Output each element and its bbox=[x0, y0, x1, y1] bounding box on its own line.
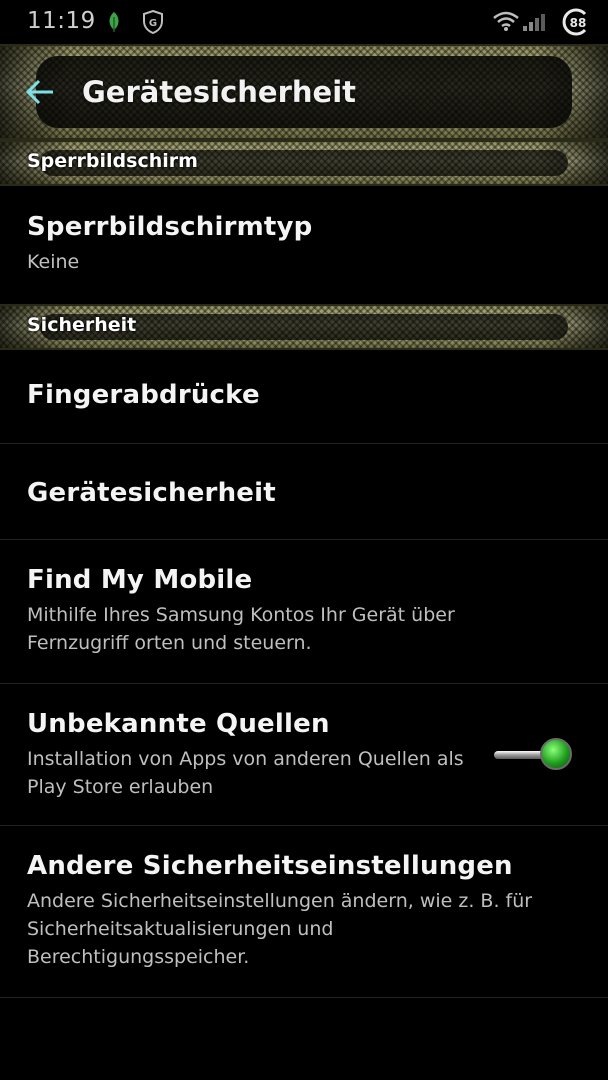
shield-g-icon: G bbox=[143, 10, 163, 34]
item-subtitle: Installation von Apps von anderen Quelle… bbox=[27, 748, 464, 798]
section-label: Sperrbildschirm bbox=[27, 150, 198, 172]
toolbar: Gerätesicherheit bbox=[0, 44, 608, 140]
item-title: Unbekannte Quellen bbox=[27, 709, 330, 739]
status-time: 11:19 bbox=[27, 8, 96, 34]
section-header-lockscreen: Sperrbildschirm bbox=[0, 140, 608, 186]
leaf-icon bbox=[109, 12, 119, 32]
item-title: Sperrbildschirmtyp bbox=[27, 212, 313, 242]
section-label: Sicherheit bbox=[27, 314, 137, 336]
list-item-fingerprints[interactable]: Fingerabdrücke bbox=[0, 348, 608, 444]
item-title: Find My Mobile bbox=[27, 565, 253, 595]
unknown-sources-toggle[interactable] bbox=[494, 738, 576, 772]
svg-text:G: G bbox=[149, 18, 157, 29]
item-subtitle: Andere Sicherheitseinstellungen ändern, … bbox=[27, 890, 533, 968]
list-item-find-my-mobile[interactable]: Find My Mobile Mithilfe Ihres Samsung Ko… bbox=[0, 540, 608, 684]
list-item-lockscreen-type[interactable]: Sperrbildschirmtyp Keine bbox=[0, 186, 608, 300]
item-title: Andere Sicherheitseinstellungen bbox=[27, 851, 513, 881]
battery-icon: 88 bbox=[562, 8, 587, 36]
item-title: Gerätesicherheit bbox=[27, 478, 276, 508]
item-title: Fingerabdrücke bbox=[27, 380, 260, 410]
battery-level: 88 bbox=[570, 16, 587, 30]
list-item-device-security[interactable]: Gerätesicherheit bbox=[0, 444, 608, 540]
page-title: Gerätesicherheit bbox=[82, 75, 356, 109]
signal-icon bbox=[523, 14, 545, 31]
wifi-icon bbox=[493, 11, 519, 31]
arrow-back-icon[interactable] bbox=[22, 74, 58, 110]
status-bar: 11:19 G 88 bbox=[0, 0, 608, 44]
item-subtitle: Keine bbox=[27, 251, 80, 273]
item-subtitle: Mithilfe Ihres Samsung Kontos Ihr Gerät … bbox=[27, 604, 455, 654]
section-header-security: Sicherheit bbox=[0, 304, 608, 350]
toggle-knob bbox=[540, 738, 572, 770]
list-item-other-security-settings[interactable]: Andere Sicherheitseinstellungen Andere S… bbox=[0, 826, 608, 998]
